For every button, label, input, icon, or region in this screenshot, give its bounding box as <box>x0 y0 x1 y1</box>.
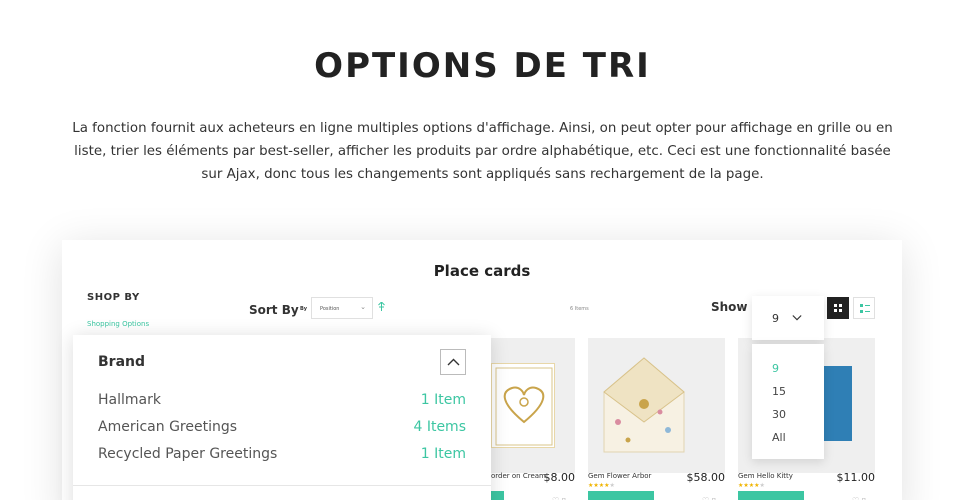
chevron-up-icon <box>447 358 460 366</box>
show-options-list: 9 15 30 All <box>752 344 824 459</box>
add-to-cart-button[interactable] <box>491 491 504 500</box>
items-count: 6 Items <box>570 306 589 312</box>
brand-option-name[interactable]: American Greetings <box>98 419 237 435</box>
brand-filter-panel: Brand Hallmark 1 Item American Greetings… <box>73 335 491 500</box>
brand-option-count: 4 Items <box>413 419 466 435</box>
rating-stars: ★★★★★ <box>588 482 615 489</box>
product-price: $8.00 <box>543 471 576 484</box>
brand-option-name[interactable]: Recycled Paper Greetings <box>98 446 277 462</box>
show-option[interactable]: All <box>772 431 786 444</box>
show-dropdown[interactable]: 9 <box>752 296 824 340</box>
show-label: Show <box>711 300 748 314</box>
show-option[interactable]: 15 <box>772 385 786 398</box>
collapse-button[interactable] <box>440 349 466 375</box>
grid-view-button[interactable] <box>827 297 849 319</box>
feature-description: La fonction fournit aux acheteurs en lig… <box>72 121 893 182</box>
product-action-icons[interactable]: ♡ ▯ <box>702 496 716 500</box>
product-image[interactable] <box>491 338 575 473</box>
add-to-cart-button[interactable] <box>588 491 654 500</box>
sort-select-value: Position <box>320 306 340 312</box>
show-selected-value: 9 <box>772 312 779 325</box>
product-action-icons[interactable]: ♡ ▯ <box>852 496 866 500</box>
place-card-art <box>603 357 685 453</box>
page-heading: OPTIONS DE TRI <box>314 46 651 86</box>
product-action-icons[interactable]: ♡ ▯ <box>552 496 566 500</box>
brand-option-count: 1 Item <box>420 392 466 408</box>
show-option[interactable]: 9 <box>772 362 779 375</box>
shop-by-heading: SHOP BY <box>87 292 140 303</box>
brand-option-count: 1 Item <box>420 446 466 462</box>
brand-filter-title: Brand <box>98 354 146 370</box>
chevron-down-icon: ⌄ <box>360 303 366 311</box>
place-card-art <box>822 366 852 441</box>
shopping-options-label: Shopping Options <box>87 320 150 328</box>
product-price: $58.00 <box>686 471 726 484</box>
product-name[interactable]: Gem Hello Kitty <box>738 472 793 480</box>
product-name[interactable]: Gem Flower Arbor <box>588 472 651 480</box>
rating-stars: ★★★★★ <box>738 482 765 489</box>
add-to-cart-button[interactable] <box>738 491 804 500</box>
category-title: Place cards <box>433 262 531 280</box>
sort-by-small-label: By <box>300 306 308 312</box>
divider <box>73 485 491 486</box>
product-image[interactable] <box>588 338 725 473</box>
list-view-button[interactable] <box>853 297 875 319</box>
sort-select[interactable]: Position ⌄ <box>311 297 373 319</box>
show-option[interactable]: 30 <box>772 408 786 421</box>
chevron-down-icon <box>792 315 802 321</box>
place-card-art <box>491 363 555 448</box>
sort-direction-icon[interactable] <box>378 301 385 314</box>
product-price: $11.00 <box>836 471 876 484</box>
brand-option-name[interactable]: Hallmark <box>98 392 161 408</box>
sort-by-label: Sort By <box>249 303 299 317</box>
